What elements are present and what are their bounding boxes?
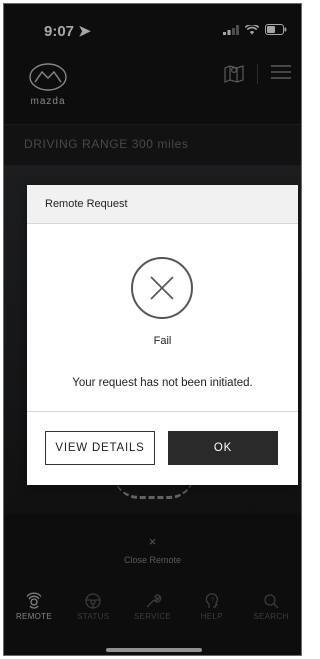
fail-icon [131,257,193,319]
dialog-divider [27,411,298,412]
ok-button[interactable]: OK [168,431,278,465]
view-details-button[interactable]: VIEW DETAILS [45,431,155,465]
remote-request-dialog: Remote Request Fail Your request has not… [27,185,298,485]
dialog-title: Remote Request [27,185,298,224]
fail-status-text: Fail [153,335,172,347]
fail-message: Your request has not been initiated. [72,377,253,389]
phone-screen: 9:07 ➤ mazda DRIVING RANGE 300 miles × C… [3,3,302,656]
